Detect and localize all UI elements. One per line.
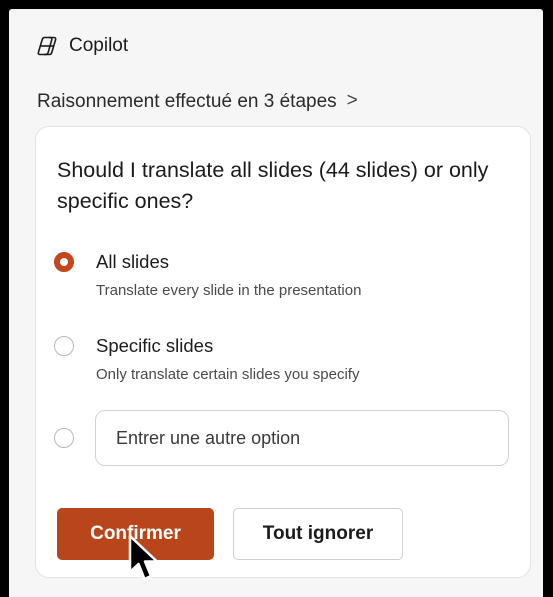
confirm-button[interactable]: Confirmer [57, 508, 214, 560]
radio-all-slides[interactable] [54, 252, 74, 272]
copilot-panel: Copilot Raisonnement effectué en 3 étape… [9, 9, 543, 597]
reasoning-steps-link[interactable]: Raisonnement effectué en 3 étapes > [37, 89, 358, 115]
option-all-slides-description: Translate every slide in the presentatio… [96, 282, 362, 299]
option-other [54, 410, 509, 466]
option-all-slides[interactable]: All slides Translate every slide in the … [54, 250, 361, 301]
app-title: Copilot [69, 35, 129, 56]
question-card: Should I translate all slides (44 slides… [35, 126, 531, 578]
question-text: Should I translate all slides (44 slides… [57, 158, 489, 213]
option-specific-slides[interactable]: Specific slides Only translate certain s… [54, 334, 359, 385]
radio-specific-slides[interactable] [54, 336, 74, 356]
other-option-input[interactable] [95, 410, 509, 466]
option-all-slides-title: All slides [96, 251, 169, 272]
radio-other-option[interactable] [54, 428, 74, 448]
option-specific-slides-title: Specific slides [96, 335, 214, 356]
reasoning-steps-label: Raisonnement effectué en 3 étapes [37, 91, 337, 112]
option-specific-slides-description: Only translate certain slides you specif… [96, 366, 360, 383]
dismiss-all-button[interactable]: Tout ignorer [233, 508, 403, 560]
panel-header: Copilot [35, 32, 128, 60]
chevron-right-icon: > [346, 90, 358, 111]
copilot-icon [35, 34, 59, 58]
